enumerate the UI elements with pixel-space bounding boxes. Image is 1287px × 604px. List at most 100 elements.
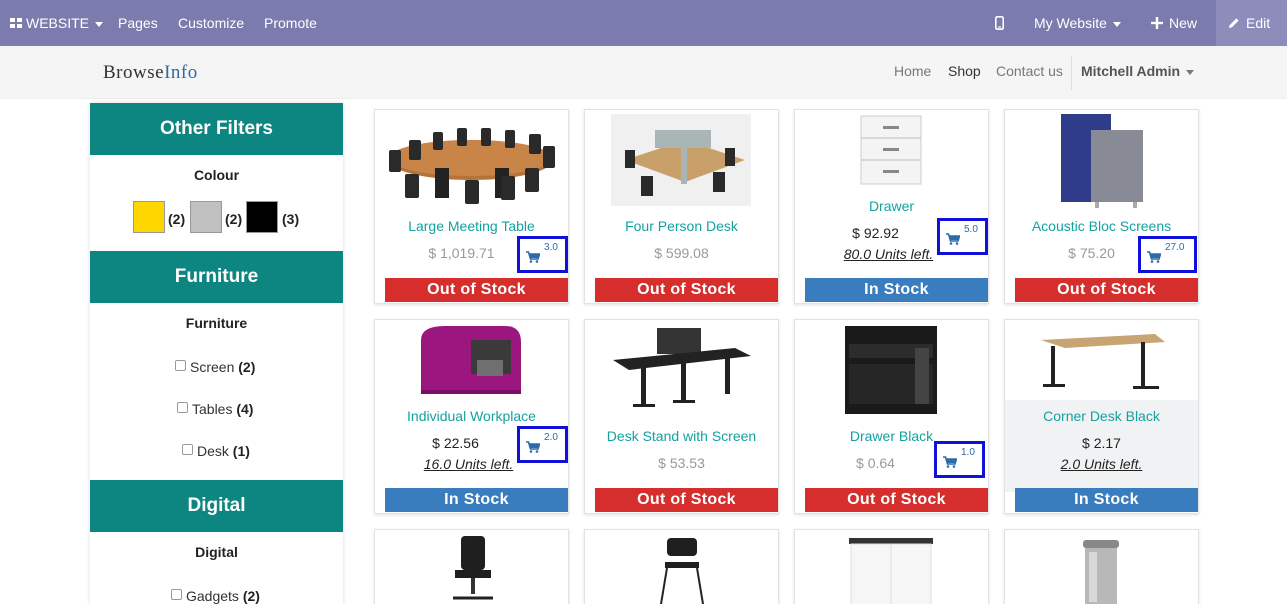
- product-card[interactable]: [1004, 529, 1199, 604]
- product-name[interactable]: Individual Workplace: [375, 408, 568, 424]
- website-menu[interactable]: WEBSITE: [10, 0, 104, 46]
- product-card[interactable]: Corner Desk Black $ 2.17 2.0 Units left.…: [1004, 319, 1199, 514]
- drawer-black-image[interactable]: [795, 320, 988, 420]
- product-name[interactable]: Desk Stand with Screen: [585, 428, 778, 444]
- mobile-phone-icon: [995, 16, 1005, 30]
- product-price: $ 599.08: [654, 245, 709, 261]
- product-name[interactable]: Four Person Desk: [585, 218, 778, 234]
- product-card[interactable]: Desk Stand with Screen $ 53.53 Out of St…: [584, 319, 779, 514]
- acoustic-screens-image[interactable]: [1005, 110, 1198, 210]
- colour-swatch-silver[interactable]: [190, 201, 222, 233]
- digital-subtitle: Digital: [195, 544, 238, 560]
- stock-badge: In Stock: [1015, 488, 1198, 512]
- edit-button[interactable]: Edit: [1216, 0, 1287, 46]
- stock-badge: Out of Stock: [1015, 278, 1198, 302]
- apps-grid-icon: [10, 18, 22, 29]
- filter-count: (2): [242, 588, 260, 604]
- trash-bin-image[interactable]: [1005, 530, 1198, 604]
- product-card[interactable]: Four Person Desk $ 599.08 Out of Stock: [584, 109, 779, 304]
- cart-quantity: 5.0: [964, 224, 978, 235]
- pages-menu[interactable]: Pages: [118, 0, 158, 46]
- colour-swatch-black[interactable]: [246, 201, 278, 233]
- nav-home[interactable]: Home: [894, 63, 931, 79]
- add-to-cart-button[interactable]: 2.0: [517, 426, 568, 463]
- promote-menu[interactable]: Promote: [264, 0, 317, 46]
- product-name[interactable]: Acoustic Bloc Screens: [1005, 218, 1198, 234]
- filter-label: Gadgets: [186, 588, 239, 604]
- shopping-cart-icon: [946, 233, 960, 245]
- nav-contact[interactable]: Contact us: [996, 63, 1063, 79]
- cart-quantity: 27.0: [1165, 242, 1185, 253]
- filter-screen[interactable]: Screen (2): [175, 359, 255, 375]
- nav-shop[interactable]: Shop: [948, 63, 981, 79]
- other-filters-header: Other Filters: [90, 103, 343, 155]
- add-to-cart-button[interactable]: 5.0: [937, 218, 988, 255]
- units-left: 2.0 Units left.: [1060, 456, 1143, 472]
- new-label: New: [1169, 15, 1198, 31]
- filter-label: Desk: [197, 443, 229, 459]
- product-price: $ 53.53: [658, 455, 705, 471]
- colour-swatch-yellow[interactable]: [133, 201, 165, 233]
- checkbox[interactable]: [177, 402, 188, 413]
- stock-badge: In Stock: [385, 488, 568, 512]
- product-card[interactable]: Acoustic Bloc Screens $ 75.20 27.0 Out o…: [1004, 109, 1199, 304]
- filter-count: (2): [238, 359, 256, 375]
- product-name[interactable]: Drawer: [795, 198, 988, 214]
- product-card[interactable]: [374, 529, 569, 604]
- add-to-cart-button[interactable]: 1.0: [934, 441, 985, 478]
- add-to-cart-button[interactable]: 27.0: [1138, 236, 1197, 273]
- product-card[interactable]: Drawer Black $ 0.64 1.0 Out of Stock: [794, 319, 989, 514]
- plus-icon: [1151, 17, 1163, 29]
- colour-count: (3): [282, 211, 300, 227]
- stacking-chair-image[interactable]: [585, 530, 778, 604]
- furniture-subtitle: Furniture: [185, 315, 248, 331]
- new-button[interactable]: New: [1151, 0, 1197, 46]
- stock-badge: Out of Stock: [385, 278, 568, 302]
- filter-desk[interactable]: Desk (1): [182, 443, 250, 459]
- office-chair-image[interactable]: [375, 530, 568, 604]
- shopping-cart-icon: [1147, 251, 1161, 263]
- corner-desk-image[interactable]: [1005, 320, 1198, 400]
- product-name[interactable]: Large Meeting Table: [375, 218, 568, 234]
- my-website-menu[interactable]: My Website: [1034, 0, 1121, 46]
- chevron-down-icon: [1186, 69, 1195, 75]
- furniture-header: Furniture: [90, 251, 343, 303]
- filter-count: (4): [236, 401, 254, 417]
- checkbox[interactable]: [171, 589, 182, 600]
- four-person-desk-image[interactable]: [585, 110, 778, 210]
- shopping-cart-icon: [526, 441, 540, 453]
- checkbox[interactable]: [175, 360, 186, 371]
- chevron-down-icon: [1112, 21, 1121, 27]
- brand-logo[interactable]: BrowseInfo: [103, 62, 198, 84]
- drawer-image[interactable]: [795, 110, 988, 190]
- meeting-table-image[interactable]: [375, 110, 568, 210]
- filter-tables[interactable]: Tables (4): [177, 401, 253, 417]
- filter-gadgets[interactable]: Gadgets (2): [171, 588, 260, 604]
- product-card[interactable]: [584, 529, 779, 604]
- user-name: Mitchell Admin: [1081, 63, 1181, 79]
- product-price: $ 2.17: [1082, 435, 1121, 451]
- edit-label: Edit: [1246, 15, 1271, 31]
- product-card[interactable]: Individual Workplace $ 22.56 16.0 Units …: [374, 319, 569, 514]
- product-name[interactable]: Corner Desk Black: [1005, 408, 1198, 424]
- desk-stand-image[interactable]: [585, 320, 778, 420]
- individual-workplace-image[interactable]: [375, 320, 568, 400]
- website-menu-label: WEBSITE: [26, 15, 90, 31]
- product-card[interactable]: [794, 529, 989, 604]
- product-card[interactable]: Drawer $ 92.92 80.0 Units left. 5.0 In S…: [794, 109, 989, 304]
- mobile-preview-button[interactable]: [995, 0, 1005, 46]
- cart-quantity: 2.0: [544, 432, 558, 443]
- customize-menu[interactable]: Customize: [178, 0, 244, 46]
- brand-logo-text: Browse: [103, 62, 165, 83]
- my-website-label: My Website: [1034, 15, 1107, 31]
- user-menu[interactable]: Mitchell Admin: [1081, 63, 1195, 79]
- pencil-icon: [1229, 18, 1239, 28]
- product-card[interactable]: Large Meeting Table $ 1,019.71 3.0 Out o…: [374, 109, 569, 304]
- admin-top-bar: WEBSITE Pages Customize Promote My Websi…: [0, 0, 1287, 46]
- brand-logo-accent: Info: [164, 62, 198, 83]
- checkbox[interactable]: [182, 444, 193, 455]
- colour-count: (2): [168, 211, 186, 227]
- add-to-cart-button[interactable]: 3.0: [517, 236, 568, 273]
- filter-sidebar: Other Filters Colour (2) (2) (3) Furnitu…: [90, 103, 343, 604]
- cabinet-image[interactable]: [795, 530, 988, 604]
